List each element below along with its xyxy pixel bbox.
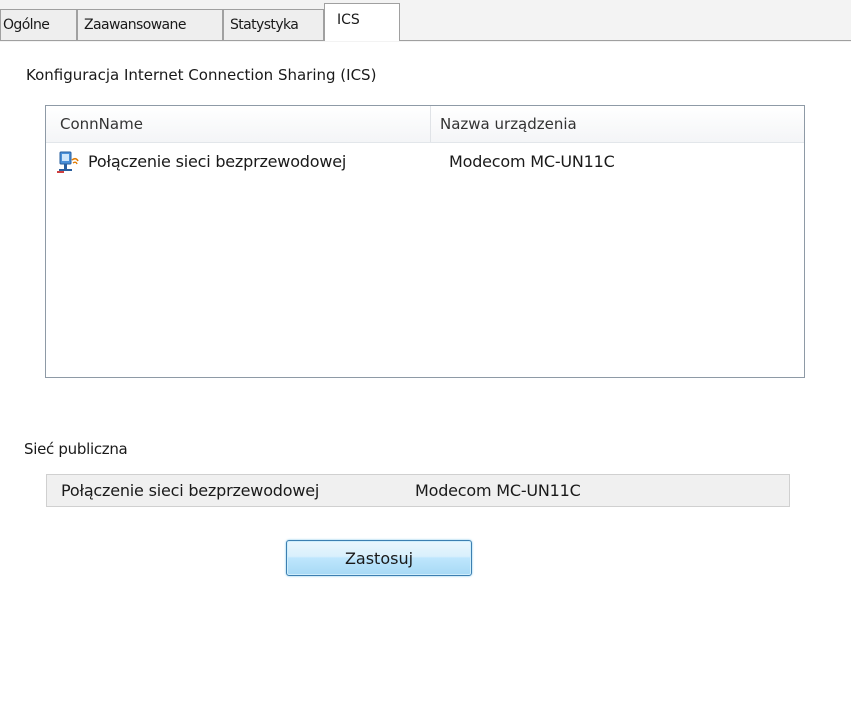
tab-statystyka[interactable]: Statystyka [223, 9, 324, 40]
list-header: ConnName Nazwa urządzenia [46, 106, 804, 143]
tab-ogolne[interactable]: Ogólne [0, 9, 77, 40]
public-network-conn-name: Połączenie sieci bezprzewodowej [61, 481, 320, 500]
public-network-device-name: Modecom MC-UN11C [415, 481, 581, 500]
public-network-field: Połączenie sieci bezprzewodowej Modecom … [46, 474, 790, 507]
column-header-connname[interactable]: ConnName [60, 115, 143, 133]
tab-zaawansowane[interactable]: Zaawansowane [77, 9, 223, 40]
column-separator[interactable] [430, 106, 431, 142]
network-connection-icon [57, 150, 79, 174]
tab-strip-divider [0, 40, 851, 41]
tab-strip: Ogólne Zaawansowane Statystyka ICS [0, 0, 851, 42]
ics-settings-window: Ogólne Zaawansowane Statystyka ICS Konfi… [0, 0, 851, 706]
row-conn-name: Połączenie sieci bezprzewodowej [88, 152, 347, 171]
public-network-label: Sieć publiczna [24, 440, 128, 458]
tab-ics[interactable]: ICS [324, 3, 400, 41]
ics-section-title: Konfiguracja Internet Connection Sharing… [26, 66, 377, 84]
row-device-name: Modecom MC-UN11C [449, 152, 615, 171]
column-header-device-name[interactable]: Nazwa urządzenia [440, 115, 577, 133]
list-item[interactable]: Połączenie sieci bezprzewodowej Modecom … [46, 144, 804, 180]
ics-connections-list[interactable]: ConnName Nazwa urządzenia Połączenie sie… [45, 105, 805, 378]
apply-button[interactable]: Zastosuj [286, 540, 472, 576]
